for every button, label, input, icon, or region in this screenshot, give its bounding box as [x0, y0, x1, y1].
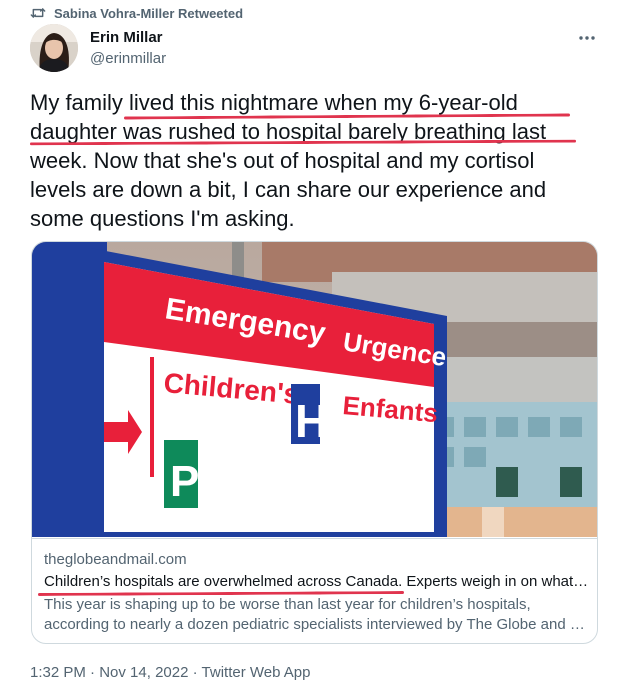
- retweet-icon: [30, 6, 46, 20]
- avatar[interactable]: [30, 24, 78, 72]
- author-name[interactable]: Erin Millar: [90, 29, 163, 46]
- tweet-date[interactable]: Nov 14, 2022: [99, 664, 188, 681]
- tweet-text: My family lived this nightmare when my 6…: [30, 88, 590, 233]
- tweet-meta: 1:32 PM · Nov 14, 2022 · Twitter Web App: [30, 664, 310, 681]
- more-options-button[interactable]: [572, 22, 602, 52]
- tweet-line: some questions I'm asking.: [30, 206, 295, 231]
- card-description-line: This year is shaping up to be worse than…: [44, 596, 531, 613]
- sign-p-text: P: [170, 457, 199, 506]
- tweet-line: levels are down a bit, I can share our e…: [30, 177, 547, 202]
- card-title[interactable]: Children’s hospitals are overwhelmed acr…: [44, 573, 589, 590]
- retweet-header[interactable]: Sabina Vohra-Miller Retweeted: [30, 4, 243, 22]
- sign-h-text: H: [295, 395, 328, 447]
- meta-separator: ·: [192, 664, 198, 681]
- card-image: Emergency Urgence Children's Enfants H P: [32, 242, 597, 537]
- card-description: This year is shaping up to be worse than…: [44, 595, 589, 635]
- retweet-label: Sabina Vohra-Miller Retweeted: [54, 5, 244, 21]
- tweet-line: My family lived this nightmare when my 6…: [30, 90, 518, 115]
- link-card[interactable]: Emergency Urgence Children's Enfants H P…: [31, 241, 598, 644]
- card-domain: theglobeandmail.com: [44, 551, 187, 568]
- more-icon: [578, 28, 596, 46]
- card-description-line: according to nearly a dozen pediatric sp…: [44, 616, 585, 633]
- tweet-time[interactable]: 1:32 PM: [30, 664, 86, 681]
- tweet-client[interactable]: Twitter Web App: [202, 664, 311, 681]
- tweet-line: week. Now that she's out of hospital and…: [30, 148, 535, 173]
- author-handle[interactable]: @erinmillar: [90, 50, 166, 67]
- meta-separator: ·: [90, 664, 96, 681]
